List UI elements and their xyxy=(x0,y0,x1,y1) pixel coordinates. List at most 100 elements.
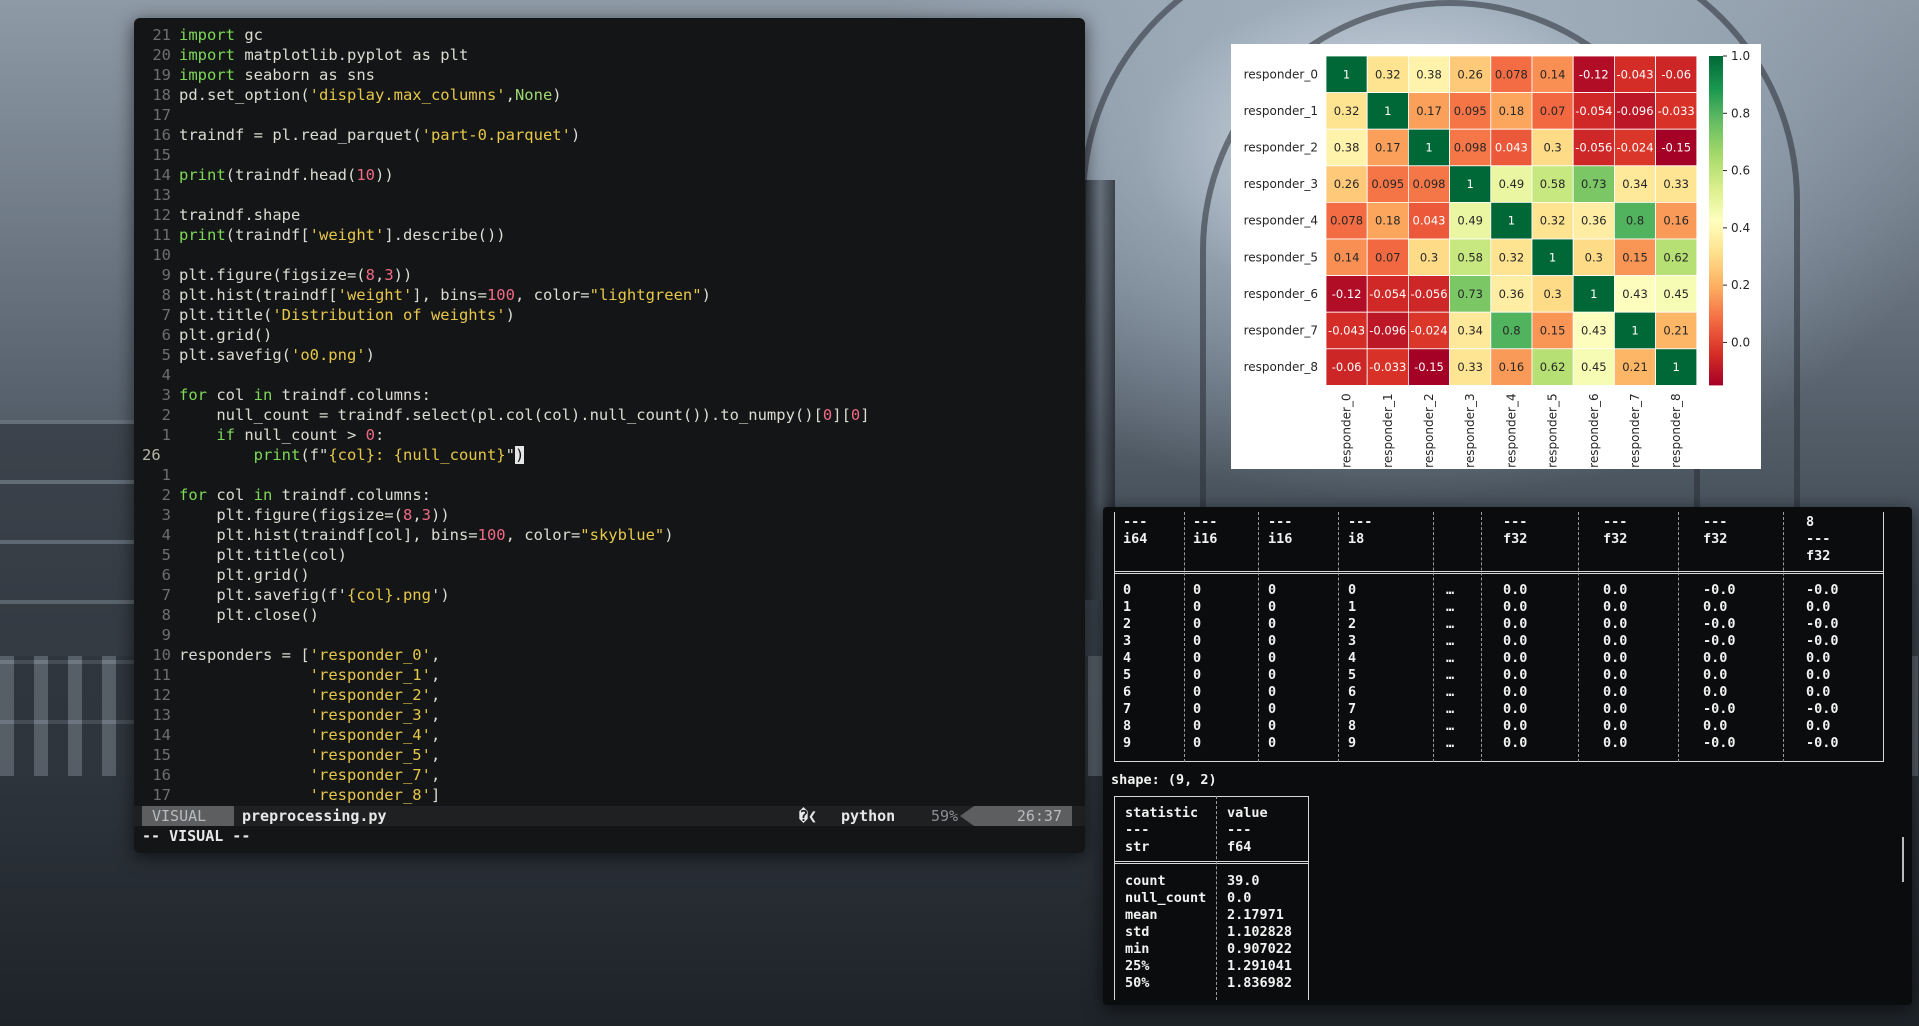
terminal-scrollbar[interactable] xyxy=(1902,837,1904,882)
describe-header-separator xyxy=(1114,861,1309,864)
heatmap-cell-value: -0.056 xyxy=(1575,141,1612,155)
code-line[interactable]: 3 plt.figure(figsize=(8,3)) xyxy=(134,505,1085,525)
code-line[interactable]: 13 xyxy=(134,185,1085,205)
dataframe-cell: 0.0 xyxy=(1703,650,1728,666)
dataframe-cell: 0 xyxy=(1193,735,1202,751)
code-line[interactable]: 12 'responder_2', xyxy=(134,685,1085,705)
x-tick-label: responder_0 xyxy=(1340,393,1354,467)
code-line[interactable]: 11 print(traindf['weight'].describe()) xyxy=(134,225,1085,245)
describe-cell: 50% xyxy=(1125,975,1150,991)
code-line[interactable]: 5 plt.title(col) xyxy=(134,545,1085,565)
code-line[interactable]: 19 import seaborn as sns xyxy=(134,65,1085,85)
line-number: 2 xyxy=(161,406,171,424)
code-line[interactable]: 17 'responder_8'] xyxy=(134,785,1085,805)
code-token: 'weight' xyxy=(309,226,385,244)
code-line[interactable]: 7 plt.savefig(f'{col}.png') xyxy=(134,585,1085,605)
code-line[interactable]: 1 if null_count > 0: xyxy=(134,425,1085,445)
line-number: 3 xyxy=(161,386,171,404)
code-line[interactable]: 3 for col in traindf.columns: xyxy=(134,385,1085,405)
heatmap-cell-value: 1 xyxy=(1590,287,1597,301)
command-line[interactable]: -- VISUAL -- xyxy=(142,826,250,846)
column-dtype: f32 xyxy=(1503,531,1528,547)
code-line[interactable]: 8 plt.close() xyxy=(134,605,1085,625)
code-line[interactable]: 14 print(traindf.head(10)) xyxy=(134,165,1085,185)
code-line[interactable]: 13 'responder_3', xyxy=(134,705,1085,725)
code-token: (traindf.head( xyxy=(225,166,357,184)
code-area[interactable]: 21 import gc 20 import matplotlib.pyplot as… xyxy=(134,25,1085,815)
code-line[interactable]: 21 import gc xyxy=(134,25,1085,45)
heatmap-cell-value: 1 xyxy=(1467,177,1474,191)
line-number: 13 xyxy=(152,186,171,204)
code-line[interactable]: 17 xyxy=(134,105,1085,125)
code-token: 100 xyxy=(486,286,515,304)
dataframe-cell: 8 xyxy=(1348,718,1357,734)
heatmap-cell-value: 0.17 xyxy=(1375,141,1401,155)
heatmap-cell-value: -0.054 xyxy=(1575,104,1612,118)
describe-header: value xyxy=(1227,805,1268,821)
dataframe-cell: 0 xyxy=(1268,718,1277,734)
text-cursor: ) xyxy=(514,446,525,464)
code-line[interactable]: 4 plt.hist(traindf[col], bins=100, color… xyxy=(134,525,1085,545)
heatmap-cell-value: 0.34 xyxy=(1457,324,1483,338)
code-line[interactable]: 4 xyxy=(134,365,1085,385)
code-token: 'responder_0' xyxy=(309,646,431,664)
elided-columns-marker: … xyxy=(1446,650,1455,666)
heatmap-cell-value: 0.8 xyxy=(1626,214,1644,228)
code-line[interactable]: 2 for col in traindf.columns: xyxy=(134,485,1085,505)
code-line[interactable]: 8 plt.hist(traindf['weight'], bins=100, c… xyxy=(134,285,1085,305)
describe-cell: 1.291041 xyxy=(1227,958,1293,974)
code-line[interactable]: 11 'responder_1', xyxy=(134,665,1085,685)
dataframe-cell: 0.0 xyxy=(1503,667,1528,683)
code-token: ) xyxy=(552,86,562,104)
code-line[interactable]: 12 traindf.shape xyxy=(134,205,1085,225)
dataframe-cell: -0.0 xyxy=(1703,701,1736,717)
code-token: 'Distribution of weights' xyxy=(272,306,506,324)
x-tick-label: responder_4 xyxy=(1504,393,1518,467)
code-line[interactable]: 15 xyxy=(134,145,1085,165)
code-line[interactable]: 6 plt.grid() xyxy=(134,325,1085,345)
line-number: 15 xyxy=(152,146,171,164)
line-number: 12 xyxy=(152,206,171,224)
code-line[interactable]: 5 plt.savefig('o0.png') xyxy=(134,345,1085,365)
heatmap-cell-value: 0.07 xyxy=(1375,250,1401,264)
code-line[interactable]: 1 xyxy=(134,465,1085,485)
dataframe-cell: 0 xyxy=(1268,633,1277,649)
code-token: 8 xyxy=(402,506,413,524)
line-number: 5 xyxy=(161,346,171,364)
terminal-output-window[interactable]: shape: (9, 2) --- --- --- --- --- --- --- 8 i64 i… xyxy=(1103,507,1912,1005)
code-token: ][ xyxy=(832,406,851,424)
code-token: ] xyxy=(860,406,870,424)
vim-editor-window[interactable]: 21 import gc 20 import matplotlib.pyplot as… xyxy=(134,18,1085,853)
code-line[interactable]: 10 xyxy=(134,245,1085,265)
y-tick-label: responder_4 xyxy=(1244,214,1318,228)
line-number: 9 xyxy=(161,626,171,644)
line-number: 11 xyxy=(152,226,171,244)
code-line[interactable]: 7 plt.title('Distribution of weights') xyxy=(134,305,1085,325)
code-token: , xyxy=(430,646,441,664)
column-header-dashes: --- xyxy=(1268,514,1293,530)
code-line[interactable]: 15 'responder_5', xyxy=(134,745,1085,765)
code-line[interactable]: 10 responders = ['responder_0', xyxy=(134,645,1085,665)
code-line[interactable]: 6 plt.grid() xyxy=(134,565,1085,585)
code-line[interactable]: 20 import matplotlib.pyplot as plt xyxy=(134,45,1085,65)
code-token: 100 xyxy=(477,526,506,544)
code-line[interactable]: 16 traindf = pl.read_parquet('part-0.parq… xyxy=(134,125,1085,145)
colorbar-tick-label: 0.4 xyxy=(1731,221,1750,235)
code-token: : xyxy=(375,426,385,444)
code-token: print xyxy=(179,166,226,184)
code-line[interactable]: 2 null_count = traindf.select(pl.col(col… xyxy=(134,405,1085,425)
code-token: 0 xyxy=(850,406,861,424)
dataframe-cell: 0.0 xyxy=(1503,735,1528,751)
code-line[interactable]: 18 pd.set_option('display.max_columns',No… xyxy=(134,85,1085,105)
x-tick-label: responder_7 xyxy=(1628,393,1642,467)
code-line[interactable]: 16 'responder_7', xyxy=(134,765,1085,785)
code-token: null_count > xyxy=(235,426,366,444)
code-line[interactable]: 14 'responder_4', xyxy=(134,725,1085,745)
describe-cell: 25% xyxy=(1125,958,1150,974)
describe-dtype: f64 xyxy=(1227,839,1252,855)
code-line[interactable]: 9 plt.figure(figsize=(8,3)) xyxy=(134,265,1085,285)
y-tick-label: responder_5 xyxy=(1244,250,1318,264)
code-line[interactable]: 9 xyxy=(134,625,1085,645)
code-line[interactable]: 26 print(f"{col}: {null_count}") xyxy=(134,445,1085,465)
line-number: 18 xyxy=(152,86,171,104)
